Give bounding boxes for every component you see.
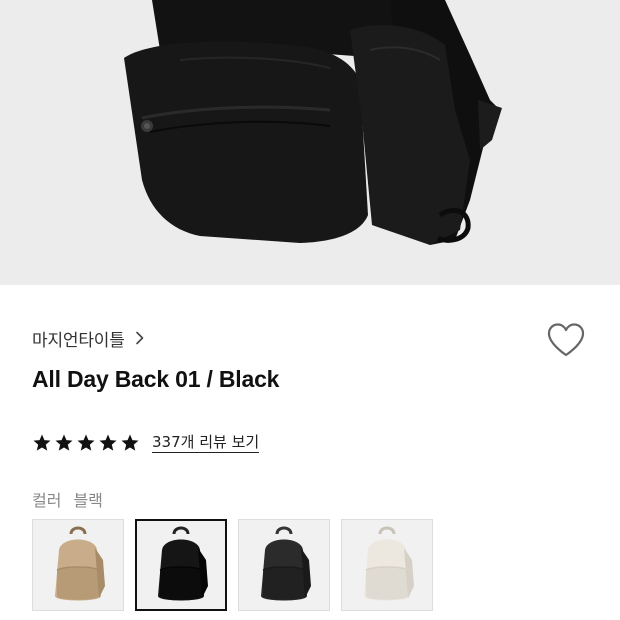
option-name: 컬러 — [32, 491, 62, 510]
backpack-thumbnail — [364, 526, 414, 601]
star-filled-icon — [99, 434, 117, 451]
star-filled-icon — [77, 434, 95, 451]
wishlist-button[interactable] — [546, 322, 586, 358]
backpack-photo — [124, 0, 502, 245]
star-rating — [32, 433, 140, 453]
color-swatch-ivory[interactable] — [341, 519, 433, 611]
option-selected-value: 블랙 — [73, 491, 103, 510]
product-hero-image — [0, 0, 620, 285]
chevron-right-icon — [135, 331, 143, 345]
product-title: All Day Back 01 / Black — [32, 366, 280, 392]
reviews-link[interactable]: 337개 리뷰 보기 — [152, 433, 260, 453]
backpack-thumbnail — [158, 526, 208, 601]
star-filled-icon — [121, 434, 139, 451]
star-filled-icon — [55, 434, 73, 451]
rating-row: 337개 리뷰 보기 — [32, 430, 260, 456]
color-swatch-charcoal[interactable] — [238, 519, 330, 611]
backpack-thumbnail — [55, 526, 105, 601]
star-filled-icon — [33, 434, 51, 451]
heart-outline-icon — [547, 323, 585, 357]
color-swatch-black[interactable] — [135, 519, 227, 611]
color-option-label: 컬러 블랙 — [32, 488, 103, 510]
brand-link[interactable]: 마지언타이틀 — [32, 324, 145, 352]
color-swatch-list — [32, 519, 433, 611]
brand-name: 마지언타이틀 — [32, 330, 125, 351]
color-swatch-beige[interactable] — [32, 519, 124, 611]
backpack-thumbnail — [261, 526, 311, 601]
